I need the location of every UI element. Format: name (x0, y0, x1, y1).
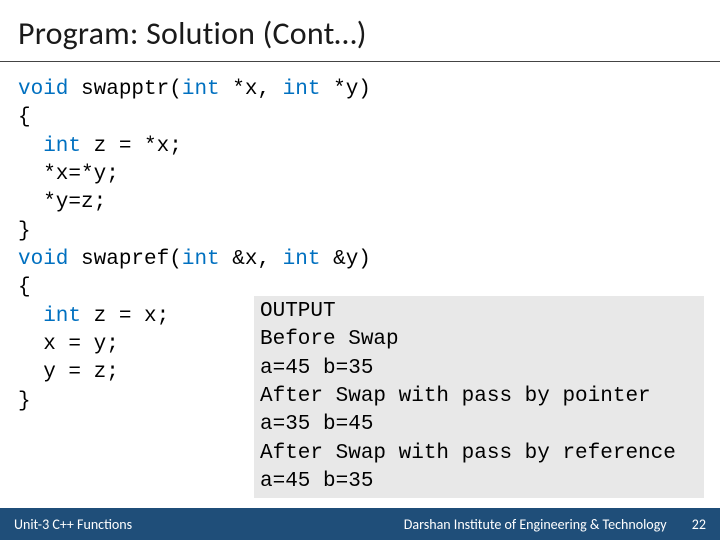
output-line: Before Swap (260, 328, 399, 351)
code-text: swapptr( (68, 78, 181, 101)
keyword-int: int (182, 248, 220, 271)
output-line: a=45 b=35 (260, 470, 373, 493)
slide-title: Program: Solution (Cont…) (0, 0, 720, 62)
code-text: z = *x; (81, 135, 182, 158)
code-text: x = y; (18, 333, 119, 356)
footer-left: Unit-3 C++ Functions (0, 516, 132, 533)
code-text: } (18, 390, 31, 413)
code-text: { (18, 276, 31, 299)
keyword-void: void (18, 248, 68, 271)
code-text: &x, (220, 248, 283, 271)
keyword-int: int (18, 305, 81, 328)
keyword-int: int (283, 248, 321, 271)
code-text: *y) (320, 78, 370, 101)
output-line: After Swap with pass by reference (260, 442, 676, 465)
code-text: *x, (220, 78, 283, 101)
code-text: swapref( (68, 248, 181, 271)
keyword-int: int (18, 135, 81, 158)
slide: Program: Solution (Cont…) void swapptr(i… (0, 0, 720, 540)
output-line: a=45 b=35 (260, 357, 373, 380)
code-text: { (18, 106, 31, 129)
footer-institute: Darshan Institute of Engineering & Techn… (404, 516, 667, 533)
output-line: After Swap with pass by pointer (260, 385, 651, 408)
output-line: OUTPUT (260, 300, 336, 323)
output-box: OUTPUT Before Swap a=45 b=35 After Swap … (254, 296, 704, 498)
code-text: } (18, 220, 31, 243)
keyword-void: void (18, 78, 68, 101)
slide-content: void swapptr(int *x, int *y) { int z = *… (0, 62, 720, 416)
page-number: 22 (692, 516, 706, 533)
code-text: &y) (320, 248, 370, 271)
code-text: *x=*y; (18, 163, 119, 186)
output-line: a=35 b=45 (260, 413, 373, 436)
footer: Unit-3 C++ Functions Darshan Institute o… (0, 508, 720, 540)
footer-right: Darshan Institute of Engineering & Techn… (132, 516, 720, 533)
code-text: z = x; (81, 305, 169, 328)
code-text: *y=z; (18, 191, 106, 214)
code-text: y = z; (18, 361, 119, 384)
keyword-int: int (283, 78, 321, 101)
keyword-int: int (182, 78, 220, 101)
